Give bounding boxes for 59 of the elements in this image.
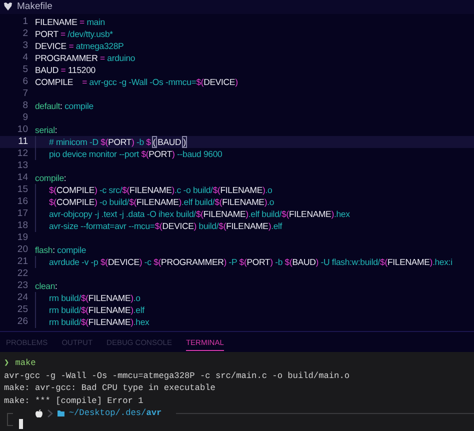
line-number: 6	[22, 76, 28, 88]
code-line: FILENAME = main	[35, 16, 105, 28]
file-tab-title[interactable]: Makefile	[17, 1, 52, 12]
code-line: PORT = /dev/tty.usb*	[35, 28, 113, 40]
line-number: 24	[16, 292, 28, 304]
code-line: flash: compile	[35, 244, 86, 256]
line-number: 7	[22, 88, 28, 100]
code-line: PROGRAMMER = arduino	[35, 52, 136, 64]
line-number: 13	[16, 160, 28, 172]
line-number: 22	[16, 268, 28, 280]
line-number: 4	[22, 52, 28, 64]
line-number: 12	[16, 148, 28, 160]
line-number: 2	[22, 28, 28, 40]
line-number: 19	[16, 232, 28, 244]
file-type-icon	[3, 2, 13, 12]
code-line: default: compile	[35, 100, 94, 112]
line-number: 17	[16, 208, 28, 220]
code-line: $(COMPILE) -c src/$(FILENAME).c -o build/$(FILENAME).o	[49, 184, 272, 196]
chevron-icon	[46, 408, 53, 418]
terminal-output: make: *** [compile] Error 1	[4, 396, 144, 406]
code-line: clean:	[35, 280, 58, 292]
line-number: 11	[17, 136, 28, 148]
code-line: avrdude -v -p $(DEVICE) -c $(PROGRAMMER) -P $(PORT) -b $(BAUD) -U flash:w:build/$(FILENAME).hex:i	[49, 256, 452, 268]
code-line: avr-size --format=avr --mcu=$(DEVICE) build/$(FILENAME).elf	[49, 220, 282, 232]
code-line: $(COMPILE) -o build/$(FILENAME).elf build/$(FILENAME).o	[49, 196, 274, 208]
line-number: 10	[16, 124, 28, 136]
line-number: 3	[22, 40, 28, 52]
line-number: 5	[22, 64, 28, 76]
code-line: DEVICE = atmega328P	[35, 40, 124, 52]
terminal-output: make: avr-gcc: Bad CPU type in executable	[4, 383, 216, 394]
line-number: 1	[22, 16, 28, 28]
text-cursor	[19, 419, 23, 429]
code-line: # minicom -D $(PORT) -b $ ( BAUD )	[49, 136, 188, 148]
line-number: 15	[16, 184, 28, 196]
terminal-output: avr-gcc -g -Wall -Os -mmcu=atmega328P -c src/main.c -o build/main.o	[4, 370, 350, 381]
terminal-command: make	[15, 358, 36, 368]
code-line: COMPILE = avr-gcc -g -Wall -Os -mmcu=$(DEVICE)	[35, 76, 238, 88]
line-number: 16	[16, 196, 28, 208]
apple-icon	[34, 408, 43, 418]
current-directory: ~/Desktop/.des/avr	[68, 408, 162, 418]
line-number: 9	[22, 112, 28, 124]
code-line: rm build/$(FILENAME).elf	[49, 304, 144, 316]
prompt-symbol: ❯	[4, 358, 10, 368]
code-line: serial:	[35, 124, 58, 136]
line-number: 21	[16, 256, 28, 268]
line-number: 8	[22, 100, 28, 112]
folder-icon	[56, 410, 65, 416]
line-number: 23	[16, 280, 28, 292]
line-number: 26	[16, 316, 28, 328]
code-line: rm build/$(FILENAME).hex	[49, 316, 150, 328]
line-number: 14	[16, 172, 28, 184]
code-line: avr-objcopy -j .text -j .data -O ihex build/$(FILENAME).elf build/$(FILENAME).hex	[49, 208, 350, 220]
line-number: 18	[16, 220, 28, 232]
line-number: 20	[16, 244, 28, 256]
code-line: BAUD = 115200	[35, 64, 96, 76]
code-line: compile:	[35, 172, 66, 184]
code-line: rm build/$(FILENAME).o	[49, 292, 140, 304]
line-number: 25	[16, 304, 28, 316]
code-line: pio device monitor --port $(PORT) --baud 9600	[49, 148, 222, 160]
